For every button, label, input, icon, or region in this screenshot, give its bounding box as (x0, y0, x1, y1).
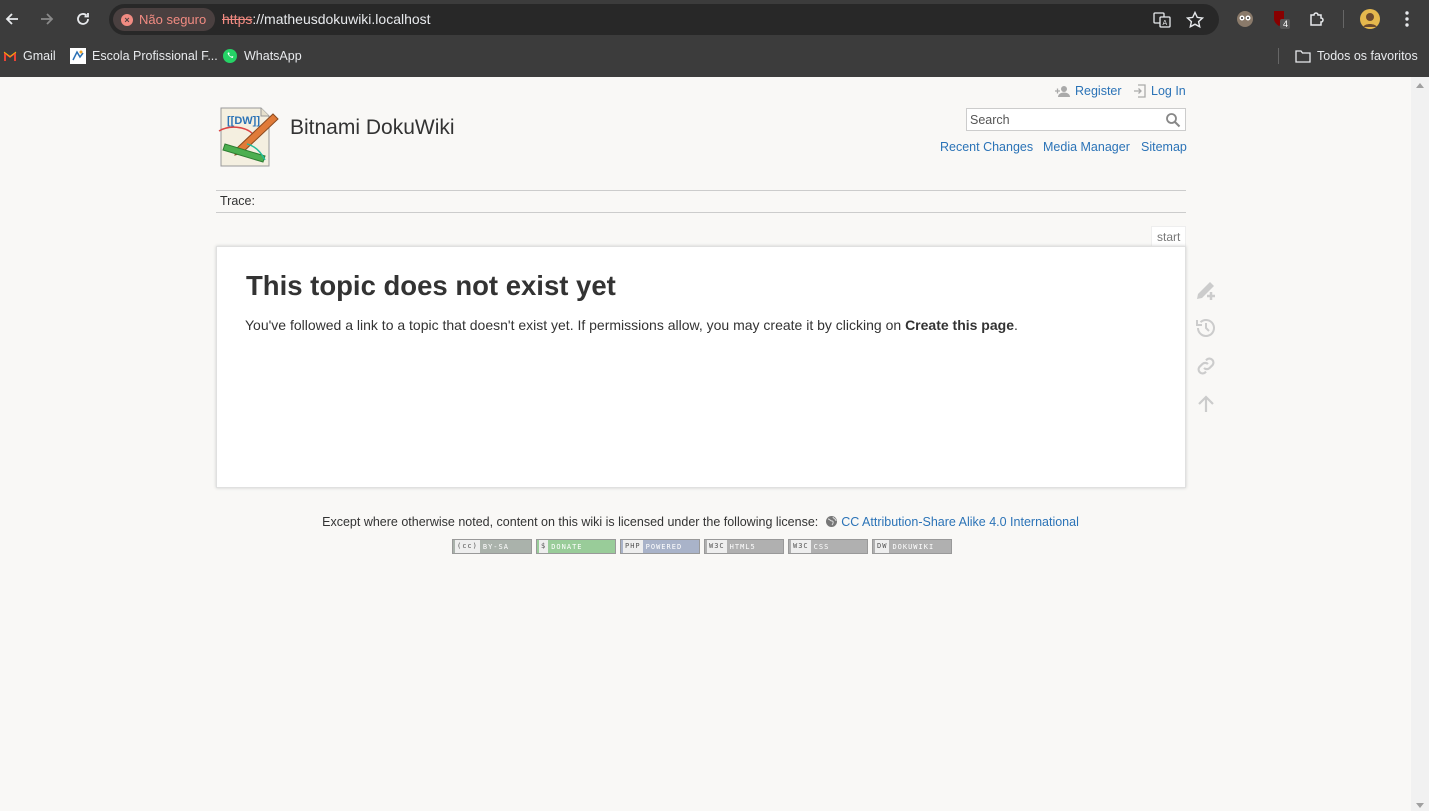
avatar (1360, 9, 1380, 29)
site-title[interactable]: Bitnami DokuWiki (290, 116, 455, 140)
php-powered-badge[interactable]: PHP POWERED (620, 539, 700, 554)
scroll-up-arrow[interactable] (1416, 83, 1424, 88)
bookmark-gmail[interactable]: Gmail (3, 46, 56, 66)
folder-icon (1295, 50, 1311, 63)
browser-toolbar: × Não seguro https://matheusdokuwiki.loc… (0, 0, 1429, 38)
message-text: You've followed a link to a topic that d… (245, 317, 906, 333)
bookmark-label: Escola Profissional F... (92, 49, 218, 63)
search-form (966, 108, 1186, 131)
bookmark-star-button[interactable] (1185, 10, 1205, 30)
w3c-html5-badge[interactable]: W3C HTML5 (704, 539, 784, 554)
history-icon (1196, 319, 1215, 337)
page-content: This topic does not exist yet You've fol… (216, 246, 1186, 488)
extension-owl-button[interactable] (1234, 8, 1256, 30)
translate-icon: A (1153, 12, 1171, 28)
school-favicon (70, 48, 86, 64)
license-link[interactable]: CC Attribution-Share Alike 4.0 Internati… (841, 515, 1079, 529)
url-host: ://matheusdokuwiki.localhost (252, 11, 431, 27)
license-text: Except where otherwise noted, content on… (322, 515, 819, 529)
globe-icon (825, 516, 837, 527)
create-page-button[interactable] (1193, 277, 1219, 303)
address-bar[interactable]: × Não seguro https://matheusdokuwiki.loc… (109, 4, 1219, 35)
login-icon (1134, 84, 1146, 98)
footer-badges: (cc) BY-SA $ DONATE PHP POWERED W3C HTML5 W3… (452, 539, 952, 554)
register-label: Register (1075, 84, 1122, 98)
bookmark-label: Gmail (23, 49, 56, 63)
arrow-up-icon (1198, 395, 1214, 412)
forward-arrow-icon (41, 13, 54, 25)
bookmark-school[interactable]: Escola Profissional F... (70, 46, 218, 66)
recent-changes-link[interactable]: Recent Changes (940, 140, 1033, 154)
bookmark-whatsapp[interactable]: WhatsApp (222, 46, 302, 66)
ublock-icon (1274, 11, 1290, 29)
all-bookmarks-folder[interactable]: Todos os favoritos (1295, 46, 1418, 66)
not-secure-icon: × (121, 13, 133, 26)
not-found-message: You've followed a link to a topic that d… (245, 317, 1018, 333)
owl-extension-icon (1237, 11, 1253, 27)
breadcrumb: Trace: (216, 190, 1186, 213)
kebab-menu-icon (1405, 11, 1409, 27)
old-revisions-button[interactable] (1193, 315, 1219, 341)
dokuwiki-badge[interactable]: DW DOKUWIKI (872, 539, 952, 554)
extensions-menu-button[interactable] (1306, 8, 1328, 30)
bookmarks-divider (1278, 48, 1279, 64)
donate-badge[interactable]: $ DONATE (536, 539, 616, 554)
dokuwiki-logo[interactable]: [[DW]] (215, 104, 281, 170)
cc-license-badge[interactable]: (cc) BY-SA (452, 539, 532, 554)
scroll-down-arrow[interactable] (1416, 803, 1424, 808)
star-icon (1186, 11, 1204, 29)
login-link[interactable]: Log In (1133, 84, 1186, 98)
security-label: Não seguro (139, 12, 207, 27)
security-indicator[interactable]: × Não seguro (113, 8, 216, 31)
url-scheme: https (222, 11, 253, 27)
register-link[interactable]: Register (1055, 84, 1122, 98)
back-arrow-icon (5, 13, 18, 25)
login-label: Log In (1151, 84, 1186, 98)
gmail-icon (3, 51, 17, 61)
browser-chrome: × Não seguro https://matheusdokuwiki.loc… (0, 0, 1429, 77)
page-scrollbar[interactable] (1411, 77, 1429, 811)
puzzle-icon (1310, 12, 1324, 26)
reload-button[interactable] (71, 7, 95, 31)
all-bookmarks-label: Todos os favoritos (1317, 49, 1418, 63)
search-icon (1166, 113, 1181, 128)
translate-button[interactable]: A (1152, 10, 1172, 30)
media-manager-link[interactable]: Media Manager (1043, 140, 1130, 154)
dokuwiki-logo-icon: [[DW]] (218, 107, 279, 167)
svg-text:[[DW]]: [[DW]] (227, 115, 260, 127)
trace-label: Trace: (220, 194, 255, 208)
add-user-icon (1055, 85, 1070, 97)
sitemap-link[interactable]: Sitemap (1141, 140, 1187, 154)
w3c-css-badge[interactable]: W3C CSS (788, 539, 868, 554)
back-to-top-button[interactable] (1193, 391, 1219, 417)
license-notice: Except where otherwise noted, content on… (0, 515, 1401, 529)
search-button[interactable] (1165, 112, 1181, 128)
page-id-tab[interactable]: start (1151, 226, 1187, 247)
search-input[interactable] (967, 109, 1157, 130)
extension-badge: 4 (1283, 19, 1289, 29)
reload-icon (77, 13, 89, 25)
url-text[interactable]: https://matheusdokuwiki.localhost (222, 11, 431, 27)
bookmark-label: WhatsApp (244, 49, 302, 63)
svg-text:A: A (1163, 20, 1168, 27)
profile-button[interactable] (1359, 8, 1381, 30)
extension-ublock-button[interactable]: 4 (1270, 8, 1292, 30)
browser-menu-button[interactable] (1396, 8, 1418, 30)
create-page-reference: Create this page (905, 317, 1014, 333)
pencil-plus-icon (1197, 282, 1215, 300)
toolbar-divider (1343, 10, 1344, 28)
link-icon (1197, 357, 1215, 375)
forward-button[interactable] (35, 7, 59, 31)
page-title: This topic does not exist yet (246, 270, 616, 301)
message-period: . (1014, 317, 1018, 333)
backlinks-button[interactable] (1193, 353, 1219, 379)
whatsapp-icon (223, 49, 237, 63)
back-button[interactable] (0, 7, 24, 31)
bookmarks-bar: Gmail Escola Profissional F... WhatsApp … (0, 42, 1429, 70)
